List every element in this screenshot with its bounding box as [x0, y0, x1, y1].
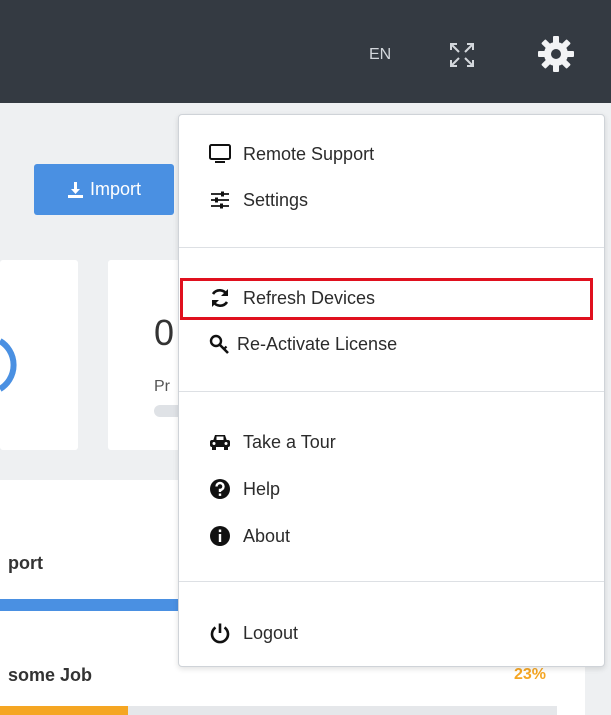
menu-item-reactivate-license[interactable]: Re-Activate License [209, 329, 397, 359]
panel-progress-bar [0, 599, 200, 611]
question-circle-icon [210, 479, 230, 499]
menu-item-label: Settings [243, 189, 309, 210]
import-button-label: Import [89, 179, 141, 199]
stat-value: 0 [154, 312, 175, 353]
menu-item-take-a-tour[interactable]: Take a Tour [209, 427, 336, 457]
menu-item-settings[interactable]: Settings [209, 185, 308, 215]
job-progress-track [0, 706, 557, 715]
import-button[interactable]: Import [34, 164, 174, 215]
job-progress-fill [0, 706, 129, 715]
progress-ring [0, 338, 17, 392]
menu-divider [179, 581, 604, 582]
job-percent: 23% [514, 666, 547, 683]
menu-item-remote-support[interactable]: Remote Support [209, 139, 374, 169]
highlight-box [180, 278, 593, 320]
menu-item-label: Take a Tour [243, 431, 336, 452]
panel-title: port [8, 553, 43, 573]
car-icon [210, 435, 230, 450]
monitor-icon [209, 144, 231, 163]
stat-label: Pr [154, 378, 170, 395]
menu-item-logout[interactable]: Logout [209, 618, 298, 648]
menu-item-label: Remote Support [243, 143, 375, 164]
menu-item-label: Logout [243, 622, 299, 643]
top-navbar: EN [0, 0, 611, 103]
menu-divider [179, 391, 604, 392]
expand-icon[interactable] [449, 42, 475, 68]
download-icon [67, 182, 83, 198]
job-title: some Job [8, 665, 93, 685]
menu-item-about[interactable]: About [209, 521, 290, 551]
sliders-icon [211, 191, 229, 209]
key-icon [209, 334, 229, 354]
menu-item-help[interactable]: Help [209, 474, 280, 504]
menu-item-label: About [243, 525, 291, 546]
language-selector[interactable]: EN [369, 46, 391, 64]
info-circle-icon [210, 526, 230, 546]
power-icon [210, 623, 230, 644]
menu-item-label: Re-Activate License [237, 333, 398, 354]
menu-item-label: Help [243, 478, 281, 499]
settings-dropdown-menu: Remote Support Settings Refresh Devices [178, 114, 605, 667]
gear-icon[interactable] [537, 35, 575, 73]
menu-divider [179, 247, 604, 248]
